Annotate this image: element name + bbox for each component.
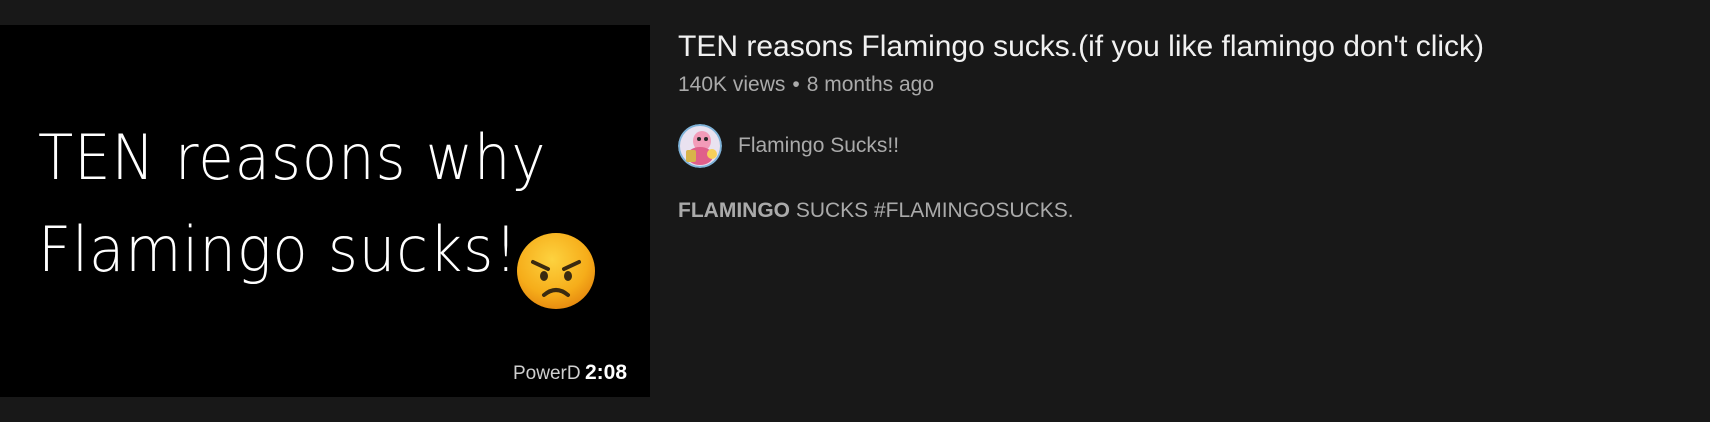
duration-badge[interactable]: 2:08 (583, 360, 630, 386)
upload-age: 8 months ago (806, 73, 935, 96)
channel-name[interactable]: Flamingo Sucks!! (738, 134, 899, 158)
video-description: FLAMINGO SUCKS #FLAMINGOSUCKS. (678, 199, 1074, 223)
video-metadata: 140K views • 8 months ago (678, 73, 934, 97)
view-count: 140K views (678, 73, 786, 96)
video-thumbnail[interactable]: TEN reasons why Flamingo sucks! PowerD 2… (0, 25, 650, 397)
thumbnail-watermark: PowerD (513, 363, 581, 384)
thumbnail-text-line2: Flamingo sucks! (38, 213, 519, 286)
description-highlight: FLAMINGO (678, 199, 790, 222)
avatar-image-icon (678, 124, 722, 168)
angry-face-icon (517, 233, 595, 309)
channel-link[interactable]: Flamingo Sucks!! (678, 124, 899, 168)
thumbnail-text-line1: TEN reasons why (38, 121, 547, 194)
description-text: SUCKS #FLAMINGOSUCKS. (789, 199, 1074, 222)
video-title[interactable]: TEN reasons Flamingo sucks.(if you like … (678, 30, 1484, 64)
video-result[interactable]: TEN reasons why Flamingo sucks! PowerD 2… (0, 25, 1710, 397)
meta-separator: • (792, 73, 800, 96)
channel-avatar[interactable] (678, 124, 722, 168)
